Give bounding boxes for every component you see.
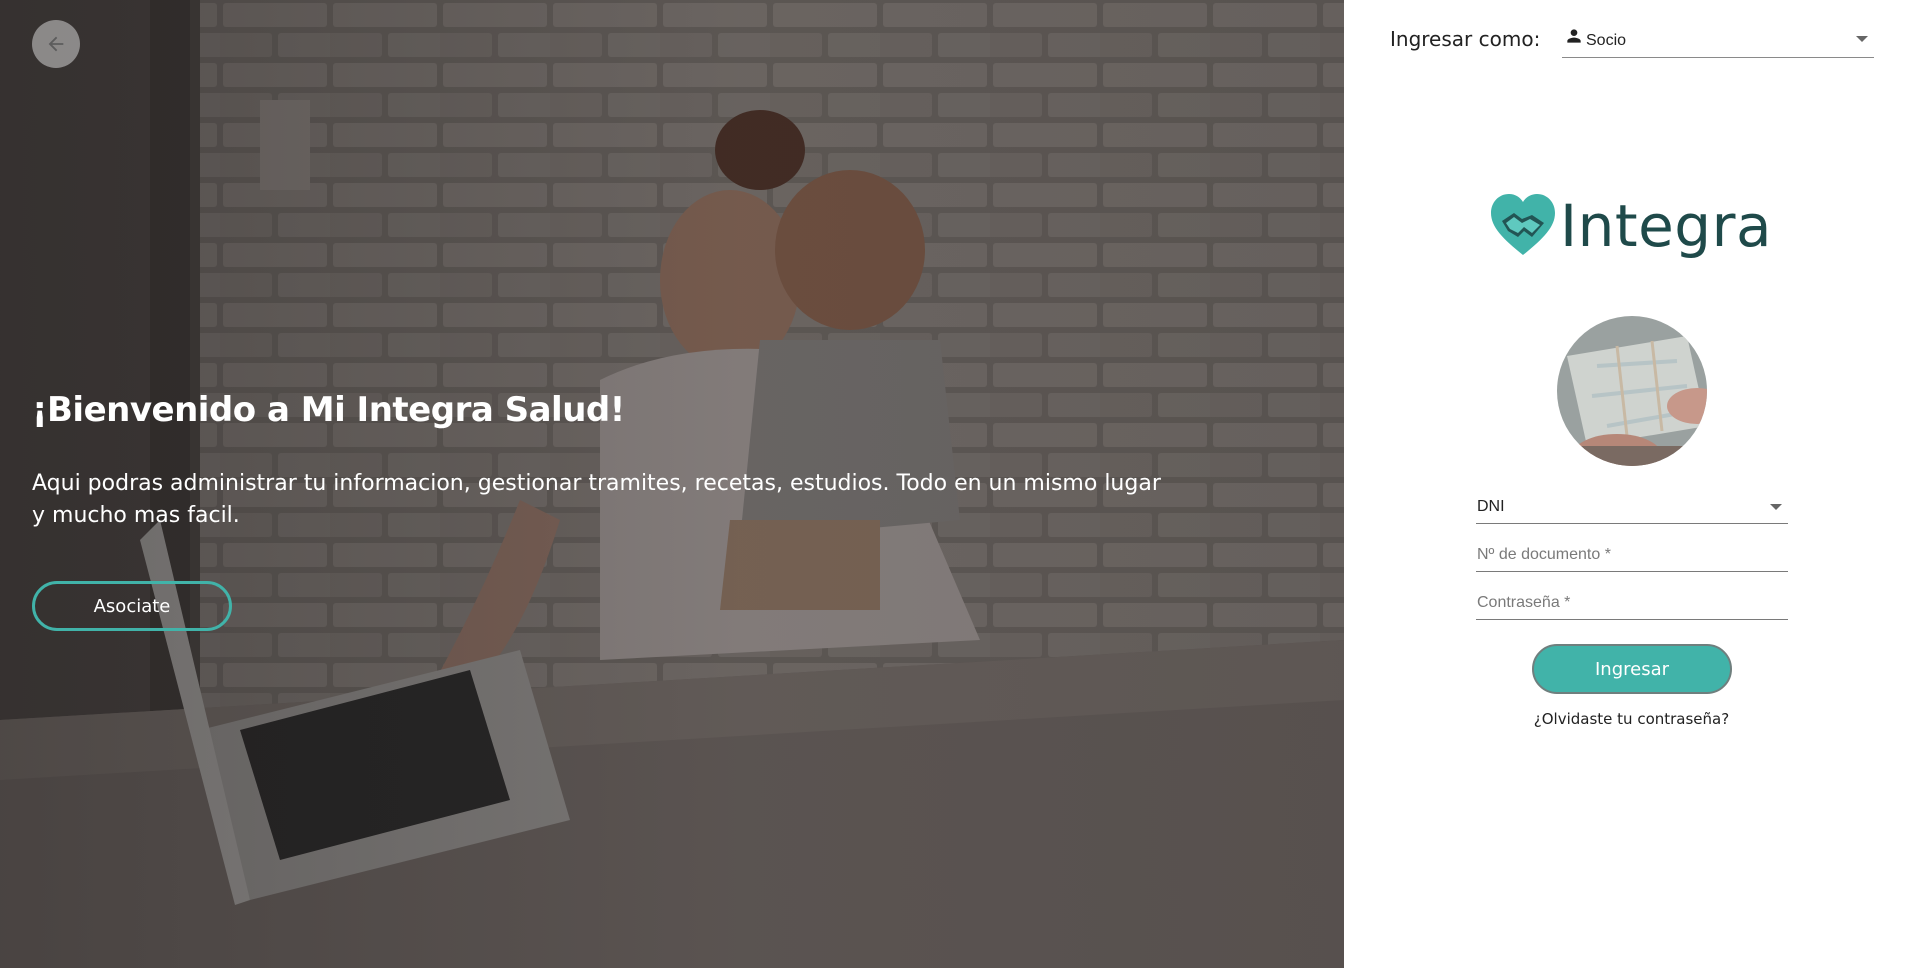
forgot-password-link[interactable]: ¿Olvidaste tu contraseña? (1344, 710, 1919, 728)
document-type-select[interactable]: DNI (1476, 486, 1788, 524)
role-label: Ingresar como: (1390, 27, 1541, 51)
role-select-value: Socio (1586, 32, 1627, 49)
document-number-field[interactable]: Nº de documento * (1476, 534, 1788, 572)
document-number-input[interactable] (1476, 534, 1788, 571)
hero-description: Aqui podras administrar tu informacion, … (32, 471, 1161, 528)
hero-section: ¡Bienvenido a Mi Integra Salud! Aqui pod… (0, 0, 1344, 968)
back-button[interactable] (32, 20, 80, 68)
password-field[interactable]: Contraseña * (1476, 582, 1788, 620)
heart-handshake-icon (1491, 194, 1555, 255)
hero-title: ¡Bienvenido a Mi Integra Salud! (32, 390, 625, 430)
arrow-left-icon (48, 36, 64, 52)
password-input[interactable] (1476, 582, 1788, 619)
role-select[interactable]: Socio (1562, 22, 1874, 58)
person-icon (1567, 29, 1581, 43)
avatar-image (1557, 316, 1707, 466)
document-type-value: DNI (1477, 498, 1505, 515)
integra-logo: Integra (1488, 186, 1772, 266)
brand-name: Integra (1560, 192, 1772, 260)
chevron-down-icon (1856, 36, 1868, 42)
asociate-button[interactable]: Asociate (32, 581, 232, 631)
login-panel: Ingresar como: Socio Integra DNI Nº de d… (1344, 0, 1919, 968)
ingresar-button[interactable]: Ingresar (1532, 644, 1732, 694)
chevron-down-icon (1770, 504, 1782, 510)
